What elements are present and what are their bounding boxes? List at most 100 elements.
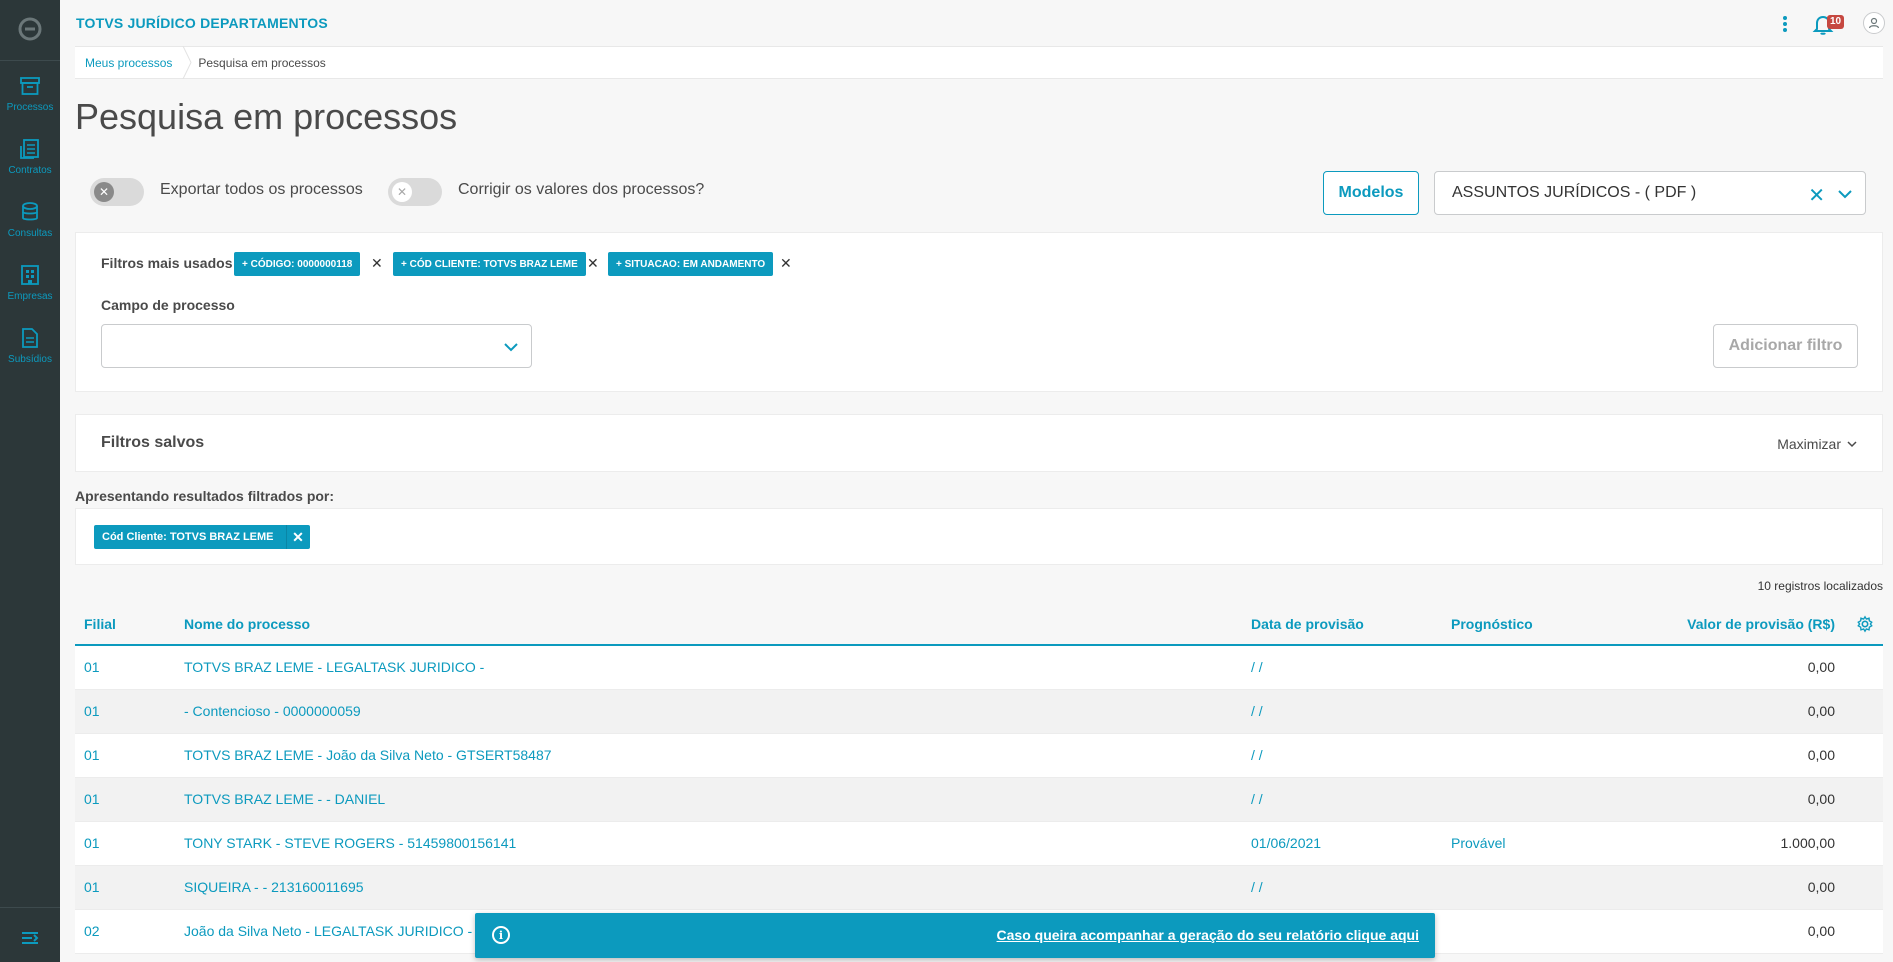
sidebar-item-consultas[interactable]: Consultas [0,200,60,254]
cell-nome: TOTVS BRAZ LEME - LEGALTASK JURIDICO - [184,659,485,675]
menu-collapse-icon[interactable] [18,926,42,950]
column-header-prognostico[interactable]: Prognóstico [1451,616,1533,632]
cell-data: / / [1251,703,1263,719]
cell-valor: 0,00 [1807,747,1835,763]
sidebar-divider [0,907,60,908]
correct-values-switch[interactable]: ✕ [388,178,442,206]
filter-tag-codigo[interactable]: + CÓDIGO: 0000000118 [234,252,361,276]
close-icon[interactable]: ✕ [587,255,599,272]
cell-nome: TOTVS BRAZ LEME - - DANIEL [184,791,386,807]
cell-valor: 1.000,00 [1780,835,1836,851]
user-icon [1868,17,1880,29]
cell-data: / / [1251,791,1263,807]
close-icon[interactable]: ✕ [780,255,792,272]
table-row[interactable]: 01 TONY STARK - STEVE ROGERS - 5145980015… [75,822,1883,866]
active-filter-chip[interactable]: Cód Cliente: TOTVS BRAZ LEME ✕ [94,525,310,549]
maximize-toggle[interactable]: Maximizar [1777,436,1857,452]
switch-off-icon: ✕ [94,182,114,202]
records-count: 10 registros localizados [1757,579,1883,593]
modelos-button[interactable]: Modelos [1323,171,1419,215]
sidebar-item-contratos[interactable]: Contratos [0,137,60,191]
building-icon [21,265,39,285]
cell-valor: 0,00 [1807,703,1835,719]
cell-filial: 01 [84,703,100,719]
report-toast: i Caso queira acompanhar a geração do se… [475,913,1435,958]
cell-valor: 0,00 [1807,791,1835,807]
most-used-filters-label: Filtros mais usados [101,255,233,271]
cell-data: / / [1251,879,1263,895]
active-filter-chip-label: Cód Cliente: TOTVS BRAZ LEME [102,531,274,543]
sidebar-item-label: Subsídios [8,354,52,365]
breadcrumb: Meus processos Pesquisa em processos [75,46,1883,79]
table-row[interactable]: 01 TOTVS BRAZ LEME - LEGALTASK JURIDICO -… [75,646,1883,690]
top-bar: TOTVS JURÍDICO DEPARTAMENTOS 10 [60,0,1893,46]
filter-tag-situacao[interactable]: + SITUACAO: EM ANDAMENTO [608,252,774,276]
sidebar-item-label: Consultas [7,228,53,239]
active-filters-panel: Cód Cliente: TOTVS BRAZ LEME ✕ [75,508,1883,565]
clear-icon[interactable]: ✕ [1808,183,1825,208]
export-all-label: Exportar todos os processos [160,181,363,198]
app-title[interactable]: TOTVS JURÍDICO DEPARTAMENTOS [76,15,328,31]
table-row[interactable]: 01 TOTVS BRAZ LEME - João da Silva Neto -… [75,734,1883,778]
cell-prognostico: Provável [1451,835,1506,851]
campo-processo-select[interactable] [101,324,532,368]
sidebar-item-label: Empresas [7,291,53,302]
database-icon [22,202,38,221]
page-title: Pesquisa em processos [75,96,458,137]
filter-tag-cod-cliente[interactable]: + CÓD CLIENTE: TOTVS BRAZ LEME [393,252,586,276]
sidebar-item-subsidios[interactable]: Subsídios [0,326,60,380]
sidebar-item-processos[interactable]: Processos [0,74,60,128]
results-filter-label: Apresentando resultados filtrados por: [75,488,335,504]
table-row[interactable]: 01 - Contencioso - 0000000059 / / 0,00 [75,690,1883,734]
cell-filial: 02 [84,923,100,939]
archive-icon [20,77,40,95]
model-select-value: ASSUNTOS JURÍDICOS - ( PDF ) [1452,184,1697,201]
column-header-nome[interactable]: Nome do processo [184,616,310,632]
process-table: Filial Nome do processo Data de provisão… [75,604,1883,954]
saved-filters-title: Filtros salvos [101,434,205,451]
totvs-logo-icon[interactable] [18,17,42,41]
column-header-data[interactable]: Data de provisão [1251,616,1364,632]
sidebar-item-label: Processos [6,102,54,113]
table-row[interactable]: 01 TOTVS BRAZ LEME - - DANIEL / / 0,00 [75,778,1883,822]
column-header-valor[interactable]: Valor de provisão (R$) [1687,616,1835,632]
chevron-down-icon[interactable] [1837,186,1853,202]
sidebar-divider [0,60,60,61]
model-select[interactable]: ASSUNTOS JURÍDICOS - ( PDF ) ✕ [1434,171,1866,215]
table-row[interactable]: 01 SIQUEIRA - - 213160011695 / / 0,00 [75,866,1883,910]
cell-filial: 01 [84,835,100,851]
cell-valor: 0,00 [1807,659,1835,675]
correct-values-label: Corrigir os valores dos processos? [458,181,705,198]
sidebar-item-label: Contratos [8,165,52,176]
cell-nome: TOTVS BRAZ LEME - João da Silva Neto - G… [184,747,552,763]
notification-badge: 10 [1827,15,1845,29]
campo-processo-label: Campo de processo [101,297,235,313]
info-icon: i [492,926,510,944]
sidebar-item-empresas[interactable]: Empresas [0,263,60,317]
cell-data: 01/06/2021 [1251,835,1322,851]
close-icon[interactable]: ✕ [285,525,310,549]
breadcrumb-current: Pesquisa em processos [198,55,326,70]
maximize-label: Maximizar [1777,436,1841,452]
close-icon[interactable]: ✕ [371,255,383,272]
column-header-filial[interactable]: Filial [84,616,116,632]
breadcrumb-link-meus-processos[interactable]: Meus processos [75,56,182,70]
cell-nome: TONY STARK - STEVE ROGERS - 514598001561… [184,835,517,851]
cell-valor: 0,00 [1807,923,1835,939]
cell-nome: - Contencioso - 0000000059 [184,703,361,719]
cell-data: / / [1251,747,1263,763]
add-filter-button[interactable]: Adicionar filtro [1713,324,1858,368]
filter-panel: Filtros mais usados + CÓDIGO: 0000000118… [75,232,1883,392]
report-link[interactable]: Caso queira acompanhar a geração do seu … [997,927,1419,943]
export-all-switch[interactable]: ✕ [90,178,144,206]
cell-data: / / [1251,659,1263,675]
cell-nome: João da Silva Neto - LEGALTASK JURIDICO … [184,923,484,939]
contracts-icon [20,139,39,159]
saved-filters-panel: Filtros salvos Maximizar [75,414,1883,472]
more-vertical-icon[interactable] [1775,14,1795,34]
user-avatar[interactable] [1863,12,1885,34]
gear-icon[interactable] [1856,615,1874,633]
chevron-down-icon [1847,441,1857,448]
cell-valor: 0,00 [1807,879,1835,895]
cell-filial: 01 [84,791,100,807]
